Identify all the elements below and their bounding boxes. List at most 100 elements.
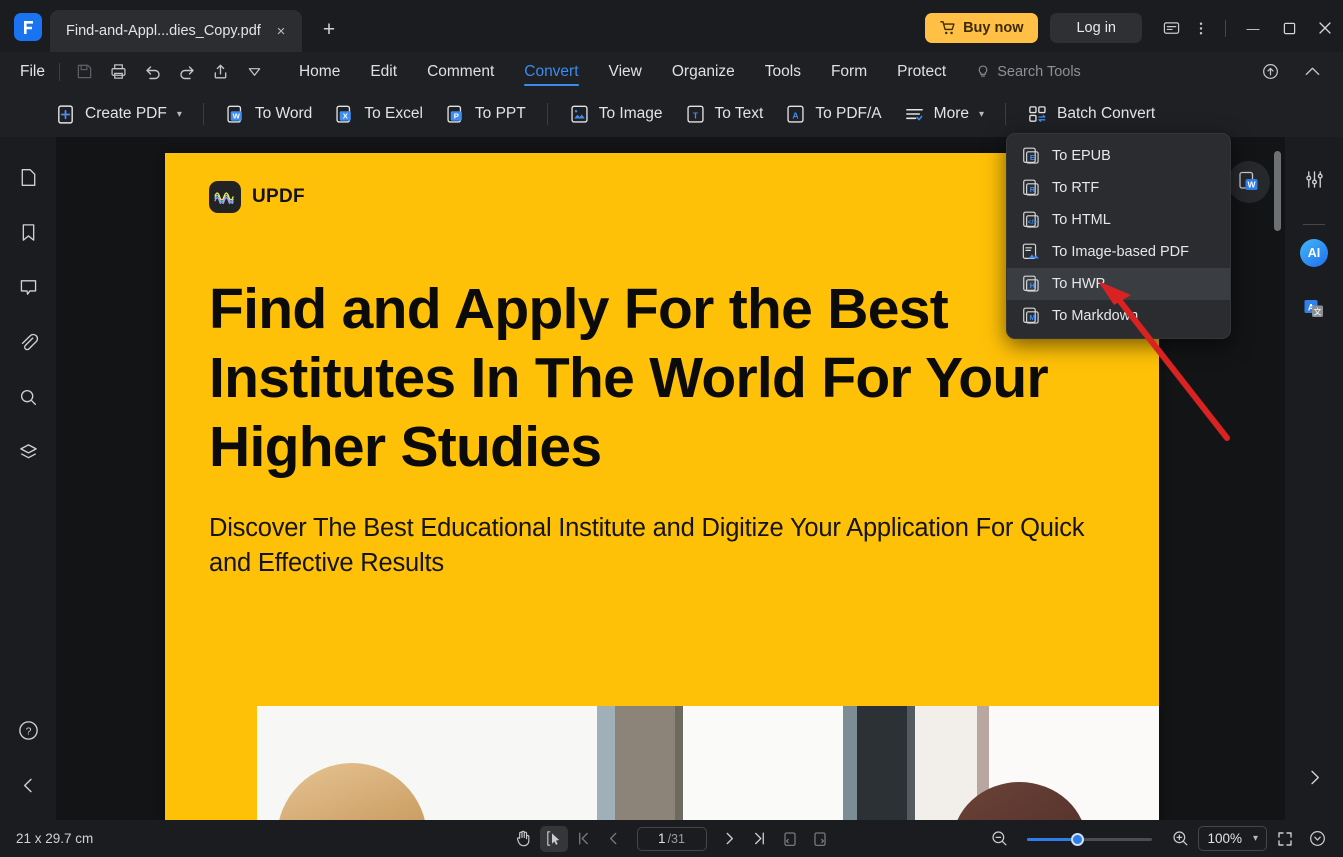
select-tool-icon[interactable] [540, 826, 568, 852]
to-ppt-button[interactable]: P To PPT [434, 97, 537, 131]
help-icon[interactable]: ? [8, 710, 48, 750]
create-pdf-button[interactable]: Create PDF ▾ [44, 97, 193, 131]
save-icon[interactable] [68, 57, 102, 87]
dropdown-arrow-icon[interactable] [238, 57, 272, 87]
share-icon[interactable] [204, 57, 238, 87]
menu-item-convert[interactable]: Convert [509, 52, 593, 91]
svg-text:</>: </> [1028, 219, 1037, 226]
to-html-icon: </> [1021, 210, 1041, 230]
zoom-out-icon[interactable] [985, 826, 1013, 852]
menu-item-organize[interactable]: Organize [657, 52, 750, 91]
hand-tool-icon[interactable] [510, 826, 538, 852]
menu-bar-right [1253, 57, 1343, 87]
zoom-slider-handle[interactable] [1071, 833, 1084, 846]
zoom-slider[interactable] [1027, 831, 1152, 847]
to-word-label: To Word [255, 105, 312, 123]
redo-icon[interactable] [170, 57, 204, 87]
menu-item-edit[interactable]: Edit [355, 52, 412, 91]
document-tab[interactable]: Find-and-Appl...dies_Copy.pdf × [50, 10, 302, 52]
file-menu[interactable]: File [20, 63, 45, 81]
create-pdf-label: Create PDF [85, 105, 167, 123]
rotate-right-icon[interactable] [806, 826, 834, 852]
quick-to-word-button[interactable]: W [1228, 161, 1270, 203]
to-word-button[interactable]: W To Word [214, 97, 323, 131]
zoom-level-select[interactable]: 100% ▾ [1198, 826, 1267, 851]
close-window-button[interactable] [1307, 13, 1343, 43]
to-word-icon: W [225, 104, 246, 125]
to-text-icon: T [685, 104, 706, 125]
vertical-scrollbar[interactable] [1274, 151, 1281, 231]
minimize-button[interactable]: — [1235, 13, 1271, 43]
dropdown-item-to-hwp[interactable]: H To HWP [1007, 268, 1230, 300]
search-tools-button[interactable]: Search Tools [975, 64, 1081, 80]
more-convert-button[interactable]: More ▾ [893, 97, 995, 131]
dropdown-item-to-markdown[interactable]: M To Markdown [1007, 300, 1230, 332]
chevron-down-icon-more[interactable]: ▾ [979, 109, 984, 120]
to-image-label: To Image [599, 105, 663, 123]
svg-text:T: T [692, 110, 698, 120]
title-bar: Find-and-Appl...dies_Copy.pdf × + Buy no… [0, 0, 1343, 52]
last-page-icon[interactable] [746, 826, 774, 852]
previous-page-icon[interactable] [600, 826, 628, 852]
batch-convert-button[interactable]: Batch Convert [1016, 97, 1166, 131]
page-thumbnail-icon[interactable] [8, 157, 48, 197]
dropdown-label-to-image-based-pdf: To Image-based PDF [1052, 244, 1189, 260]
print-icon[interactable] [102, 57, 136, 87]
menu-item-tools[interactable]: Tools [750, 52, 816, 91]
to-excel-button[interactable]: X To Excel [323, 97, 434, 131]
menu-item-form[interactable]: Form [816, 52, 882, 91]
ai-assistant-button[interactable]: AI [1300, 239, 1328, 267]
next-page-icon[interactable] [716, 826, 744, 852]
first-page-icon[interactable] [570, 826, 598, 852]
sliders-icon[interactable] [1294, 159, 1334, 199]
rotate-left-icon[interactable] [776, 826, 804, 852]
toolbar-divider-3 [1005, 103, 1006, 125]
left-sidebar-bottom: ? [8, 710, 48, 820]
zoom-in-icon[interactable] [1166, 826, 1194, 852]
collapse-sidebar-icon[interactable] [8, 765, 48, 805]
to-image-icon [569, 104, 590, 125]
close-tab-icon[interactable]: × [270, 20, 292, 42]
maximize-button[interactable] [1271, 13, 1307, 43]
chevron-down-icon[interactable]: ▾ [177, 109, 182, 120]
expand-sidebar-icon[interactable] [1294, 757, 1334, 797]
log-in-button[interactable]: Log in [1050, 13, 1142, 43]
to-hwp-icon: H [1021, 274, 1041, 294]
cloud-upload-icon[interactable] [1253, 57, 1287, 87]
toolbar-divider [203, 103, 204, 125]
dropdown-item-to-epub[interactable]: E To EPUB [1007, 140, 1230, 172]
menu-item-comment[interactable]: Comment [412, 52, 509, 91]
more-label: More [934, 105, 969, 123]
menu-item-view[interactable]: View [594, 52, 657, 91]
buy-now-button[interactable]: Buy now [925, 13, 1038, 43]
to-pdfa-button[interactable]: A To PDF/A [774, 97, 892, 131]
attachment-icon[interactable] [8, 322, 48, 362]
chevron-down-icon-zoom[interactable]: ▾ [1253, 833, 1258, 844]
layers-icon[interactable] [8, 432, 48, 472]
translate-icon[interactable]: A 文 [1294, 289, 1334, 329]
to-text-button[interactable]: T To Text [674, 97, 775, 131]
svg-text:W: W [1247, 180, 1256, 190]
kebab-menu-icon[interactable] [1186, 13, 1216, 43]
menu-item-protect[interactable]: Protect [882, 52, 961, 91]
create-pdf-icon [55, 104, 76, 125]
to-image-button[interactable]: To Image [558, 97, 674, 131]
right-sidebar: AI A 文 [1285, 137, 1343, 820]
dropdown-item-to-rtf[interactable]: R To RTF [1007, 172, 1230, 204]
undo-icon[interactable] [136, 57, 170, 87]
new-tab-button[interactable]: + [314, 15, 344, 45]
to-text-label: To Text [715, 105, 764, 123]
to-pdfa-icon: A [785, 104, 806, 125]
menu-item-home[interactable]: Home [284, 52, 355, 91]
search-icon[interactable] [8, 377, 48, 417]
bookmark-icon[interactable] [8, 212, 48, 252]
fullscreen-icon[interactable] [1271, 826, 1299, 852]
more-view-icon[interactable] [1303, 826, 1331, 852]
page-number-input[interactable]: 1 /31 [637, 827, 707, 851]
dropdown-item-to-image-based-pdf[interactable]: To Image-based PDF [1007, 236, 1230, 268]
chat-bubble-icon[interactable] [1156, 13, 1186, 43]
comment-icon[interactable] [8, 267, 48, 307]
chevron-up-icon[interactable] [1295, 57, 1329, 87]
dropdown-item-to-html[interactable]: </> To HTML [1007, 204, 1230, 236]
zoom-controls: 100% ▾ [985, 826, 1343, 852]
